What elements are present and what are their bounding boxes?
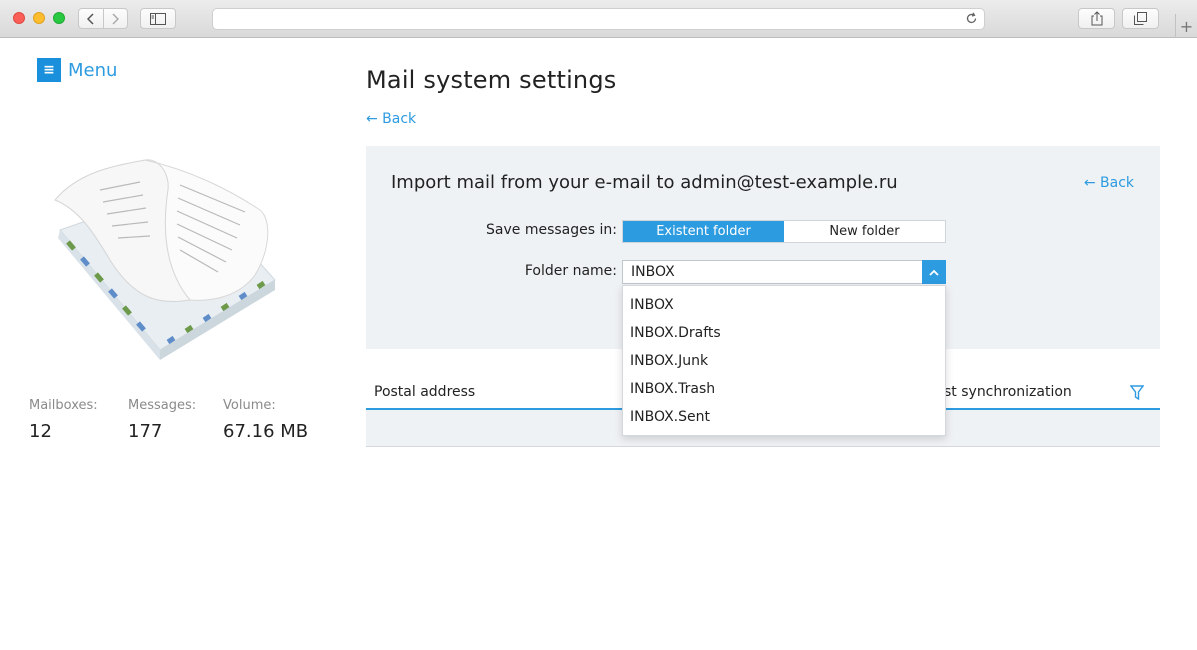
column-postal-address[interactable]: Postal address <box>374 384 475 400</box>
chevron-up-icon[interactable] <box>922 260 946 284</box>
page-title: Mail system settings <box>366 66 617 94</box>
chevron-right-icon <box>112 12 120 25</box>
menu-icon: ≡ <box>37 58 61 82</box>
share-icon <box>1091 11 1102 26</box>
new-tab-button[interactable]: + <box>1175 14 1197 38</box>
minimize-window-button[interactable] <box>33 12 45 24</box>
mail-envelope-illustration <box>54 159 276 360</box>
new-folder-option[interactable]: New folder <box>784 221 945 242</box>
folder-dropdown-list: INBOX INBOX.Drafts INBOX.Junk INBOX.Tras… <box>622 285 946 436</box>
reload-icon[interactable] <box>965 12 978 25</box>
save-location-toggle: Existent folder New folder <box>622 220 946 243</box>
plus-icon: + <box>1179 16 1194 36</box>
panel-back-link[interactable]: ← Back <box>1084 175 1134 191</box>
folder-select-value: INBOX <box>631 264 675 280</box>
folder-option[interactable]: INBOX.Drafts <box>623 319 945 347</box>
address-bar[interactable] <box>212 8 985 30</box>
nav-buttons <box>78 8 128 29</box>
sidebar-icon <box>150 12 166 25</box>
save-messages-label: Save messages in: <box>486 222 617 238</box>
stat-mailboxes: Mailboxes: 12 <box>29 398 128 442</box>
share-button[interactable] <box>1078 8 1115 29</box>
existent-folder-option[interactable]: Existent folder <box>623 221 784 242</box>
column-last-synchronization[interactable]: st synchronization <box>944 384 1072 400</box>
zoom-window-button[interactable] <box>53 12 65 24</box>
panel-title: Import mail from your e-mail to admin@te… <box>391 172 898 193</box>
close-window-button[interactable] <box>13 12 25 24</box>
folder-option[interactable]: INBOX.Trash <box>623 375 945 403</box>
sidebar-toggle-button[interactable] <box>140 8 176 29</box>
folder-option[interactable]: INBOX <box>623 291 945 319</box>
stat-label: Messages: <box>128 398 197 413</box>
stat-value: 67.16 MB <box>223 421 309 442</box>
back-nav-button[interactable] <box>79 9 103 28</box>
folder-name-label: Folder name: <box>524 263 617 279</box>
stat-messages: Messages: 177 <box>128 398 223 442</box>
menu-label: Menu <box>68 59 118 81</box>
stat-value: 12 <box>29 421 52 442</box>
chevron-left-icon <box>86 12 94 25</box>
folder-option[interactable]: INBOX.Sent <box>623 403 945 431</box>
mail-stats: Mailboxes: 12 Messages: 177 Volume: 67.1… <box>29 398 308 442</box>
folder-option[interactable]: INBOX.Junk <box>623 347 945 375</box>
stat-label: Volume: <box>223 398 276 413</box>
forward-nav-button[interactable] <box>102 9 128 28</box>
tabs-icon <box>1134 12 1147 25</box>
stat-volume: Volume: 67.16 MB <box>223 398 308 442</box>
browser-toolbar: + <box>0 0 1197 38</box>
show-tabs-button[interactable] <box>1122 8 1159 29</box>
filter-icon[interactable] <box>1130 385 1144 401</box>
stat-label: Mailboxes: <box>29 398 98 413</box>
menu-button[interactable]: ≡ Menu <box>37 58 117 82</box>
folder-select[interactable]: INBOX <box>622 260 946 284</box>
stat-value: 177 <box>128 421 163 442</box>
back-link[interactable]: ← Back <box>366 111 416 127</box>
